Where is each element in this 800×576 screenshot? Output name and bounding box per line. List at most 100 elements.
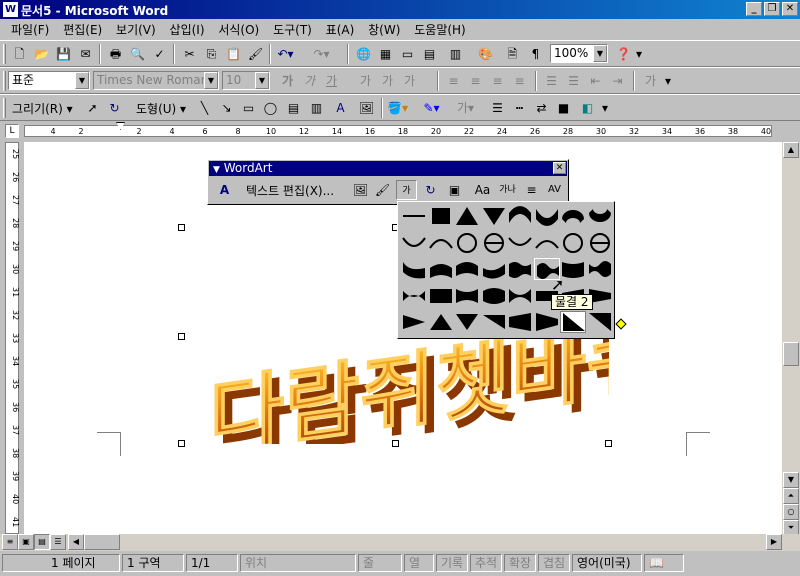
rectangle-icon[interactable]: ▭ bbox=[238, 98, 259, 118]
wordart-shape-option[interactable] bbox=[507, 258, 533, 280]
paste-icon[interactable]: 📋 bbox=[223, 44, 244, 64]
char-scale-icon[interactable]: 가 bbox=[399, 71, 420, 91]
font-color-icon[interactable]: 가 bbox=[640, 71, 661, 91]
resize-handle[interactable] bbox=[392, 440, 399, 447]
menu-insert[interactable]: 삽입(I) bbox=[165, 19, 210, 40]
select-browse-object-icon[interactable]: ○ bbox=[783, 504, 799, 520]
wordart-shape-option[interactable] bbox=[507, 285, 533, 307]
same-letter-heights-icon[interactable]: Aa bbox=[472, 180, 493, 200]
status-track[interactable]: 추적 bbox=[470, 554, 502, 572]
status-language[interactable]: 영어(미국) bbox=[572, 554, 642, 572]
free-rotate-icon[interactable]: ↻ bbox=[104, 98, 125, 118]
zoom-select[interactable]: 100% ▼ bbox=[550, 44, 608, 63]
fill-color-icon[interactable]: 🪣▾ bbox=[387, 98, 408, 118]
format-wordart-icon[interactable]: 🖌 bbox=[372, 180, 393, 200]
wordart-shape-option[interactable] bbox=[587, 205, 613, 227]
wordart-shape-option[interactable] bbox=[481, 285, 507, 307]
wordart-shape-option[interactable] bbox=[401, 311, 427, 333]
wordart-shape-option[interactable] bbox=[534, 311, 560, 333]
toolbar-grip[interactable] bbox=[3, 71, 6, 91]
wordart-shape-option[interactable] bbox=[560, 311, 586, 333]
3d-icon[interactable]: ◧ bbox=[577, 98, 598, 118]
line-color-icon[interactable]: ✎▾ bbox=[421, 98, 442, 118]
new-document-icon[interactable]: 🗋 bbox=[9, 44, 30, 64]
bullets-icon[interactable]: ☰ bbox=[563, 71, 584, 91]
char-border-icon[interactable]: 가 bbox=[355, 71, 376, 91]
document-map-icon[interactable]: 🗎 bbox=[502, 44, 523, 64]
web-globe-icon[interactable]: 🌐 bbox=[353, 44, 374, 64]
wordart-shape-option[interactable] bbox=[428, 232, 454, 254]
horizontal-ruler[interactable]: L 4 2 2 4 6 8 10 12 14 16 18 20 22 24 26 28 30 32 34 36 38 40 bbox=[0, 120, 800, 142]
menu-file[interactable]: 파일(F) bbox=[6, 19, 54, 40]
wordart-shape-option[interactable] bbox=[481, 258, 507, 280]
vertical-text-icon[interactable]: 가나 bbox=[497, 180, 518, 200]
style-select[interactable]: 표준 ▼ bbox=[8, 71, 90, 90]
menu-format[interactable]: 서식(O) bbox=[213, 19, 264, 40]
wordart-shape-option[interactable] bbox=[534, 232, 560, 254]
show-hide-icon[interactable]: ¶ bbox=[525, 44, 546, 64]
wordart-shape-option[interactable] bbox=[481, 311, 507, 333]
scroll-up-icon[interactable]: ▲ bbox=[783, 142, 799, 158]
help-icon[interactable]: ❓ bbox=[613, 44, 634, 64]
text-box-icon[interactable]: ▤ bbox=[283, 98, 304, 118]
align-right-icon[interactable]: ≡ bbox=[487, 71, 508, 91]
insert-table-icon[interactable]: ▭ bbox=[397, 44, 418, 64]
insert-wordart-icon[interactable]: A bbox=[330, 98, 351, 118]
underline-icon[interactable]: 가 bbox=[321, 71, 342, 91]
wordart-shape-option[interactable] bbox=[401, 285, 427, 307]
wordart-shape-option[interactable] bbox=[401, 232, 427, 254]
menu-view[interactable]: 보기(V) bbox=[111, 19, 161, 40]
outline-view-icon[interactable]: ☰ bbox=[50, 534, 66, 550]
align-center-icon[interactable]: ≡ bbox=[465, 71, 486, 91]
wordart-shape-option[interactable] bbox=[587, 232, 613, 254]
decrease-indent-icon[interactable]: ⇤ bbox=[585, 71, 606, 91]
scroll-right-icon[interactable]: ▶ bbox=[766, 534, 782, 550]
line-icon[interactable]: ╲ bbox=[194, 98, 215, 118]
wordart-shape-option[interactable] bbox=[428, 258, 454, 280]
resize-handle[interactable] bbox=[178, 440, 185, 447]
toolbar-grip[interactable] bbox=[3, 98, 6, 118]
text-wrapping-icon[interactable]: ▣ bbox=[444, 180, 465, 200]
scroll-thumb[interactable] bbox=[783, 342, 799, 366]
toolbar-options-icon[interactable]: ▾ bbox=[663, 71, 673, 91]
restore-icon[interactable]: ❐ bbox=[764, 2, 780, 16]
oval-icon[interactable]: ◯ bbox=[260, 98, 281, 118]
wordart-shape-option[interactable] bbox=[560, 232, 586, 254]
menu-edit[interactable]: 편집(E) bbox=[58, 19, 107, 40]
wordart-toolbar-titlebar[interactable]: ▼ WordArt ✕ bbox=[209, 161, 567, 176]
tab-selector-icon[interactable]: L bbox=[5, 124, 19, 138]
wordart-shape-option[interactable] bbox=[560, 205, 586, 227]
menu-table[interactable]: 표(A) bbox=[321, 19, 360, 40]
wordart-shape-option[interactable] bbox=[454, 285, 480, 307]
resize-handle[interactable] bbox=[178, 333, 185, 340]
font-select[interactable]: Times New Roman ▼ bbox=[93, 71, 219, 90]
web-layout-view-icon[interactable]: ▣ bbox=[18, 534, 34, 550]
toolbar-menu-arrow-icon[interactable]: ▼ bbox=[213, 165, 220, 175]
ruler-strip[interactable]: 25 26 27 28 29 30 31 32 33 34 35 36 37 38 39 40 41 bbox=[5, 142, 20, 534]
font-color-icon[interactable]: 가▾ bbox=[455, 98, 476, 118]
table-icon[interactable]: ▦ bbox=[375, 44, 396, 64]
arrow-style-icon[interactable]: ⇄ bbox=[531, 98, 552, 118]
wordart-shape-option[interactable] bbox=[428, 285, 454, 307]
insert-wordart-icon[interactable]: A bbox=[214, 180, 235, 200]
wordart-gallery-icon[interactable]: 🖼 bbox=[350, 180, 371, 200]
redo-icon[interactable]: ↷▾ bbox=[311, 44, 332, 64]
spelling-icon[interactable]: ✓ bbox=[149, 44, 170, 64]
status-overtype[interactable]: 겹침 bbox=[538, 554, 570, 572]
normal-view-icon[interactable]: ≡ bbox=[2, 534, 18, 550]
hscroll-thumb[interactable] bbox=[84, 534, 120, 550]
wordart-shape-option[interactable] bbox=[428, 205, 454, 227]
columns-icon[interactable]: ▥ bbox=[445, 44, 466, 64]
line-style-icon[interactable]: ☰ bbox=[487, 98, 508, 118]
insert-excel-icon[interactable]: ▤ bbox=[419, 44, 440, 64]
ruler-strip[interactable]: 4 2 2 4 6 8 10 12 14 16 18 20 22 24 26 28 30 32 34 36 38 40 bbox=[24, 125, 772, 137]
wordart-shape-option[interactable] bbox=[454, 232, 480, 254]
close-icon[interactable]: ✕ bbox=[782, 2, 798, 16]
shadow-icon[interactable]: ■ bbox=[553, 98, 574, 118]
numbering-icon[interactable]: ☰ bbox=[541, 71, 562, 91]
scroll-down-icon[interactable]: ▼ bbox=[783, 472, 799, 488]
resize-handle[interactable] bbox=[605, 440, 612, 447]
wordart-shape-option[interactable] bbox=[454, 258, 480, 280]
edit-text-button[interactable]: 텍스트 편집(X)... bbox=[246, 182, 334, 199]
close-icon[interactable]: ✕ bbox=[553, 162, 566, 174]
